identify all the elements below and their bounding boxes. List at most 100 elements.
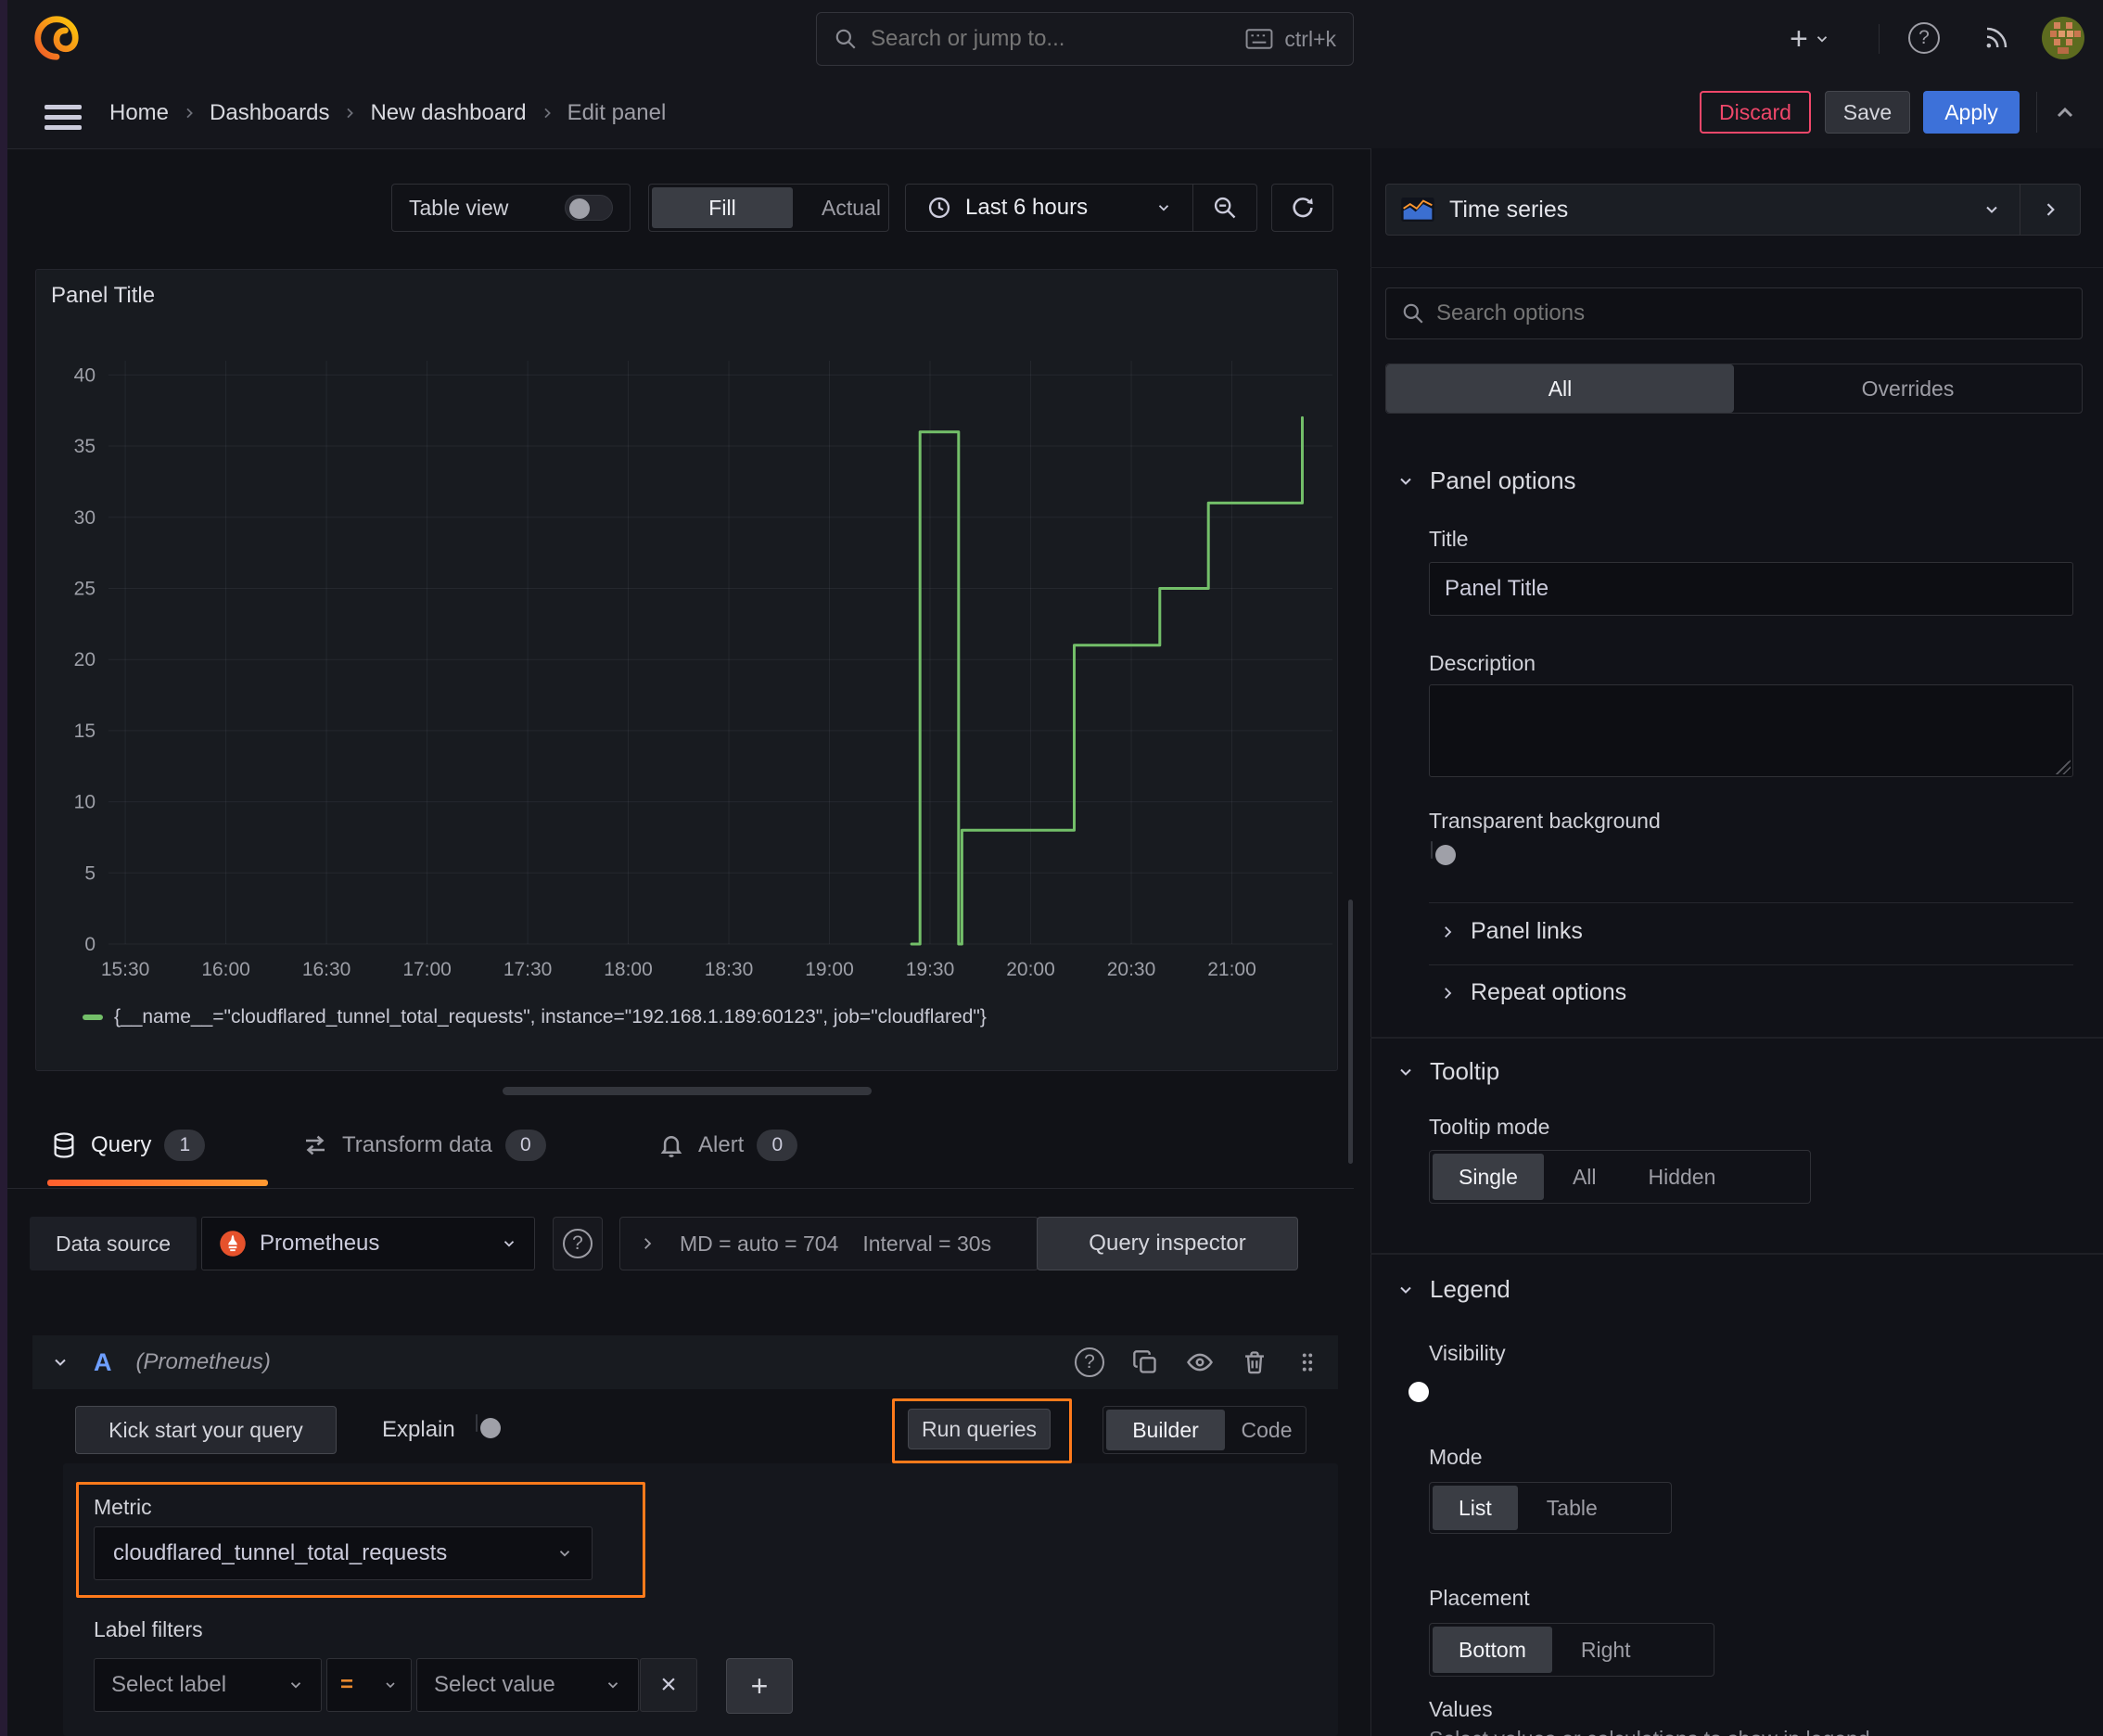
legend-table-option[interactable]: Table: [1521, 1483, 1624, 1533]
repeat-options-label: Repeat options: [1471, 979, 1627, 1005]
legend-header-label: Legend: [1430, 1275, 1510, 1303]
breadcrumb-new-dashboard[interactable]: New dashboard: [370, 100, 526, 126]
chevron-down-icon: [1400, 1286, 1411, 1294]
run-queries-button[interactable]: Run queries: [908, 1409, 1051, 1449]
main-scrollbar[interactable]: [1348, 900, 1353, 1164]
datasource-help-button[interactable]: ?: [553, 1217, 603, 1270]
placement-bottom-option[interactable]: Bottom: [1433, 1627, 1552, 1673]
query-inspector-button[interactable]: Query inspector: [1037, 1217, 1298, 1270]
options-search-input[interactable]: [1436, 300, 2067, 326]
code-option[interactable]: Code: [1228, 1407, 1306, 1453]
tab-transform[interactable]: Transform data 0: [301, 1130, 546, 1161]
remove-filter-button[interactable]: ×: [640, 1658, 697, 1712]
new-menu-button[interactable]: +: [1790, 17, 1830, 61]
legend-series-label[interactable]: {__name__="cloudflared_tunnel_total_requ…: [114, 1006, 987, 1028]
tooltip-hidden-option[interactable]: Hidden: [1623, 1151, 1742, 1203]
time-series-chart[interactable]: 0 5 10 15 20 25 30 35 40 15:30 16:00 16:30 17:00 17:3…: [36, 270, 1337, 1002]
transparent-bg-toggle[interactable]: [1431, 841, 1456, 865]
metric-select[interactable]: cloudflared_tunnel_total_requests: [94, 1526, 593, 1580]
help-button[interactable]: ?: [1908, 22, 1940, 54]
kick-start-button[interactable]: Kick start your query: [75, 1406, 337, 1454]
resize-grip-icon[interactable]: [2056, 760, 2071, 774]
description-label: Description: [1429, 651, 1536, 675]
grafana-edit-panel-page: ctrl+k + ? Home Dashboards New dashboard: [0, 0, 2103, 1736]
values-hint: Select values or calculations to show in…: [1429, 1727, 1870, 1736]
svg-text:15:30: 15:30: [101, 959, 150, 980]
global-search-box[interactable]: ctrl+k: [816, 12, 1354, 66]
select-label-placeholder: Select label: [111, 1672, 227, 1697]
tab-query[interactable]: Query 1: [50, 1130, 206, 1161]
select-value-dropdown[interactable]: Select value: [416, 1658, 639, 1712]
builder-code-segment: Builder Code: [1102, 1406, 1306, 1454]
placement-right-option[interactable]: Right: [1555, 1624, 1657, 1676]
zoom-out-button[interactable]: [1193, 185, 1256, 231]
svg-text:21:00: 21:00: [1207, 959, 1256, 980]
discard-button[interactable]: Discard: [1700, 91, 1811, 134]
tooltip-all-option[interactable]: All: [1547, 1151, 1623, 1203]
grafana-logo-icon[interactable]: [32, 13, 82, 63]
repeat-options-header[interactable]: Repeat options: [1439, 979, 1626, 1006]
datasource-picker[interactable]: Prometheus: [201, 1217, 535, 1270]
refresh-button[interactable]: [1271, 184, 1333, 232]
prometheus-icon: [220, 1231, 246, 1257]
query-options-bar[interactable]: MD = auto = 704 Interval = 30s: [619, 1217, 1039, 1270]
add-filter-button[interactable]: +: [726, 1658, 793, 1714]
explain-toggle[interactable]: [476, 1414, 501, 1438]
tab-query-badge: 1: [164, 1130, 206, 1161]
collapse-pane-button[interactable]: [2047, 96, 2083, 131]
viz-picker[interactable]: Time series: [1385, 184, 2081, 236]
legend-series-swatch[interactable]: [83, 1015, 103, 1020]
select-label-dropdown[interactable]: Select label: [94, 1658, 322, 1712]
time-range-picker[interactable]: Last 6 hours: [906, 195, 1192, 221]
tab-alert[interactable]: Alert 0: [657, 1130, 798, 1161]
refresh-icon: [1292, 198, 1313, 218]
description-textarea[interactable]: [1429, 684, 2073, 777]
panel-title-input[interactable]: [1429, 562, 2073, 616]
chevron-down-icon[interactable]: [51, 1353, 70, 1372]
query-help-button[interactable]: ?: [1075, 1347, 1104, 1377]
panel-options-header[interactable]: Panel options: [1396, 466, 1576, 495]
svg-text:10: 10: [74, 792, 96, 813]
table-view-control: Table view: [391, 184, 631, 232]
operator-dropdown[interactable]: =: [326, 1658, 412, 1712]
database-icon: [54, 1132, 74, 1158]
hide-response-icon[interactable]: [1186, 1348, 1214, 1376]
all-overrides-tabs: All Overrides: [1385, 364, 2083, 414]
tab-alert-label: Alert: [698, 1132, 745, 1157]
divider: [1429, 964, 2073, 965]
topnav-divider: [1879, 24, 1880, 54]
news-button[interactable]: [1979, 20, 2014, 56]
title-label: Title: [1429, 527, 1469, 551]
legend-list-option[interactable]: List: [1433, 1486, 1518, 1530]
tooltip-header[interactable]: Tooltip: [1396, 1057, 1499, 1086]
duplicate-icon[interactable]: [1132, 1349, 1158, 1375]
query-row-header[interactable]: A (Prometheus) ?: [32, 1335, 1338, 1389]
breadcrumb-home[interactable]: Home: [109, 100, 169, 126]
panel-links-label: Panel links: [1471, 918, 1583, 944]
chevron-right-icon: [543, 108, 551, 118]
pane-resize-handle[interactable]: [503, 1087, 872, 1095]
options-search-box[interactable]: [1385, 287, 2083, 339]
fill-option[interactable]: Fill: [652, 187, 793, 228]
search-input[interactable]: [869, 25, 1235, 53]
trash-icon[interactable]: [1242, 1349, 1268, 1375]
table-view-toggle[interactable]: [565, 195, 613, 221]
actual-option[interactable]: Actual: [796, 185, 888, 231]
chevron-right-icon: [644, 1238, 652, 1249]
mega-menu-button[interactable]: [45, 99, 82, 135]
tab-overrides[interactable]: Overrides: [1734, 364, 2082, 413]
help-icon: ?: [1918, 27, 1930, 48]
query-ref-id[interactable]: A: [94, 1348, 112, 1377]
apply-button[interactable]: Apply: [1923, 91, 2020, 134]
tooltip-single-option[interactable]: Single: [1433, 1154, 1544, 1200]
section-divider: [1370, 1253, 2103, 1255]
breadcrumb-dashboards[interactable]: Dashboards: [210, 100, 329, 126]
drag-handle-icon[interactable]: [1295, 1350, 1319, 1374]
panel-links-header[interactable]: Panel links: [1439, 918, 1583, 945]
collapse-options-button[interactable]: [2020, 185, 2080, 235]
legend-header[interactable]: Legend: [1396, 1275, 1510, 1304]
save-button[interactable]: Save: [1825, 91, 1910, 134]
tab-all[interactable]: All: [1386, 364, 1734, 413]
builder-option[interactable]: Builder: [1106, 1410, 1225, 1450]
user-avatar[interactable]: [2042, 17, 2084, 59]
